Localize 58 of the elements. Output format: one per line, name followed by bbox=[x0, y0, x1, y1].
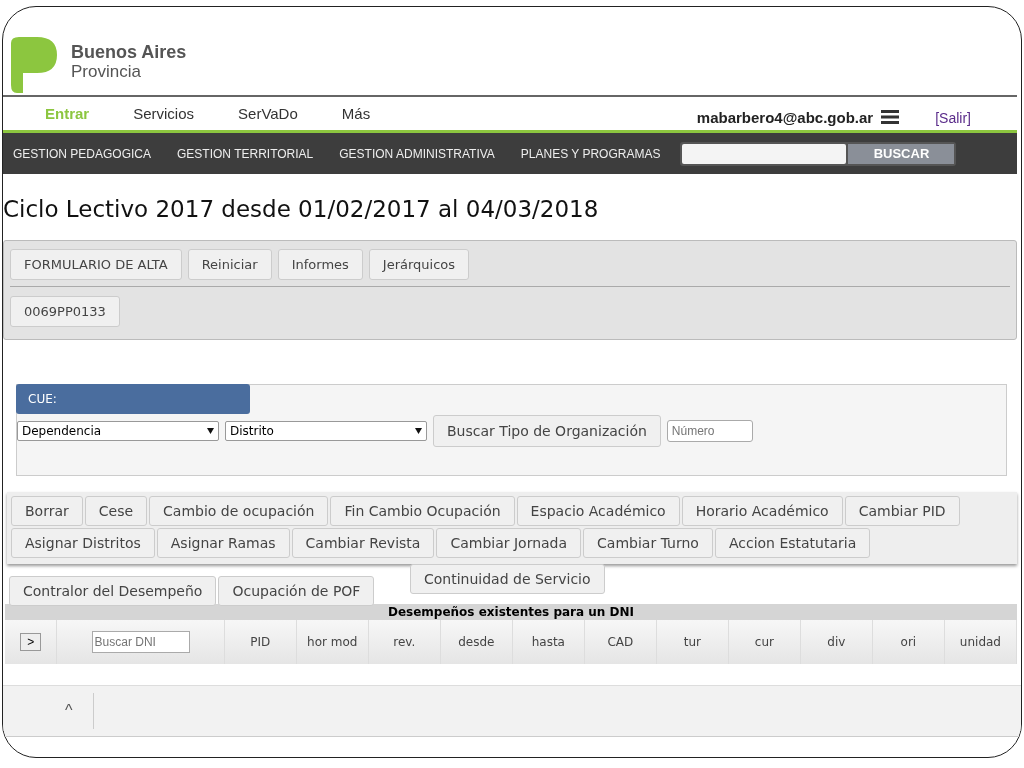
action-button[interactable]: Borrar bbox=[11, 496, 83, 526]
action-button[interactable]: Continuidad de Servicio bbox=[410, 564, 605, 594]
menu-item[interactable]: GESTION TERRITORIAL bbox=[177, 146, 314, 161]
nav-link[interactable]: SerVaDo bbox=[238, 105, 298, 122]
menu-item[interactable]: GESTION ADMINISTRATIVA bbox=[339, 146, 495, 161]
toolbar-button[interactable]: FORMULARIO DE ALTA bbox=[10, 249, 182, 280]
action-button[interactable]: Asignar Ramas bbox=[156, 528, 290, 558]
menu-item[interactable]: PLANES Y PROGRAMAS bbox=[520, 146, 661, 161]
column-header: PID bbox=[224, 620, 297, 664]
column-header: tur bbox=[656, 620, 729, 664]
search-field[interactable] bbox=[682, 143, 847, 164]
logout-link[interactable]: [Salir] bbox=[935, 109, 971, 126]
toolbar-button[interactable]: Reiniciar bbox=[187, 249, 272, 280]
page-title: Ciclo Lectivo 2017 desde 01/02/2017 al 04/03/2018 bbox=[3, 196, 600, 222]
action-button[interactable]: Cese bbox=[84, 496, 148, 526]
table-title: Desempeños existentes para un DNI bbox=[5, 604, 1017, 620]
dropdown-arrow-icon bbox=[415, 428, 422, 434]
column-header: desde bbox=[440, 620, 513, 664]
action-button[interactable]: Contralor del Desempeño bbox=[9, 576, 217, 606]
action-button[interactable]: Espacio Académico bbox=[516, 496, 680, 526]
column-header: hasta bbox=[512, 620, 585, 664]
logo-icon bbox=[11, 35, 57, 93]
code-button[interactable]: 0069PP0133 bbox=[10, 296, 120, 327]
column-header: div bbox=[800, 620, 873, 664]
search-type-button[interactable]: Buscar Tipo de Organización bbox=[433, 415, 661, 447]
action-button[interactable]: Asignar Distritos bbox=[11, 528, 155, 558]
nav-link[interactable]: Más bbox=[341, 105, 371, 122]
action-button[interactable]: Fin Cambio Ocupación bbox=[330, 496, 515, 526]
expand-button[interactable]: > bbox=[20, 633, 42, 651]
nav-link[interactable]: Servicios bbox=[133, 105, 195, 122]
number-field[interactable]: Número bbox=[666, 420, 753, 442]
logo-subtitle: Provincia bbox=[71, 62, 142, 81]
column-header: unidad bbox=[944, 620, 1017, 664]
cue-label: CUE: bbox=[16, 384, 250, 414]
action-button[interactable]: Horario Académico bbox=[681, 496, 843, 526]
action-button[interactable]: Cambiar Jornada bbox=[436, 528, 582, 558]
menu-icon[interactable] bbox=[881, 109, 900, 124]
toolbar-button[interactable]: Informes bbox=[277, 249, 363, 280]
action-button[interactable]: Cambiar Revista bbox=[291, 528, 435, 558]
action-button[interactable]: Cambiar Turno bbox=[583, 528, 713, 558]
column-header: ori bbox=[872, 620, 945, 664]
action-button[interactable]: Accion Estatutaria bbox=[714, 528, 871, 558]
column-header: cur bbox=[728, 620, 801, 664]
action-button[interactable]: Cambio de ocupación bbox=[149, 496, 329, 526]
column-header: hor mod bbox=[296, 620, 369, 664]
user-email: mabarbero4@abc.gob.ar bbox=[696, 109, 874, 126]
column-header: CAD bbox=[584, 620, 657, 664]
action-button[interactable]: Cambiar PID bbox=[844, 496, 960, 526]
dni-search-field[interactable]: Buscar DNI bbox=[91, 631, 190, 653]
column-header: rev. bbox=[368, 620, 441, 664]
action-button[interactable]: Ocupación de POF bbox=[218, 576, 375, 606]
toolbar-button[interactable]: Jerárquicos bbox=[368, 249, 470, 280]
menu-item[interactable]: GESTION PEDAGOGICA bbox=[13, 146, 152, 161]
dependencia-select[interactable]: Dependencia bbox=[17, 421, 219, 441]
dropdown-arrow-icon bbox=[207, 428, 214, 434]
distrito-select[interactable]: Distrito bbox=[225, 421, 427, 441]
logo-title: Buenos Aires bbox=[71, 43, 187, 62]
collapse-button[interactable]: ^ bbox=[65, 693, 94, 729]
